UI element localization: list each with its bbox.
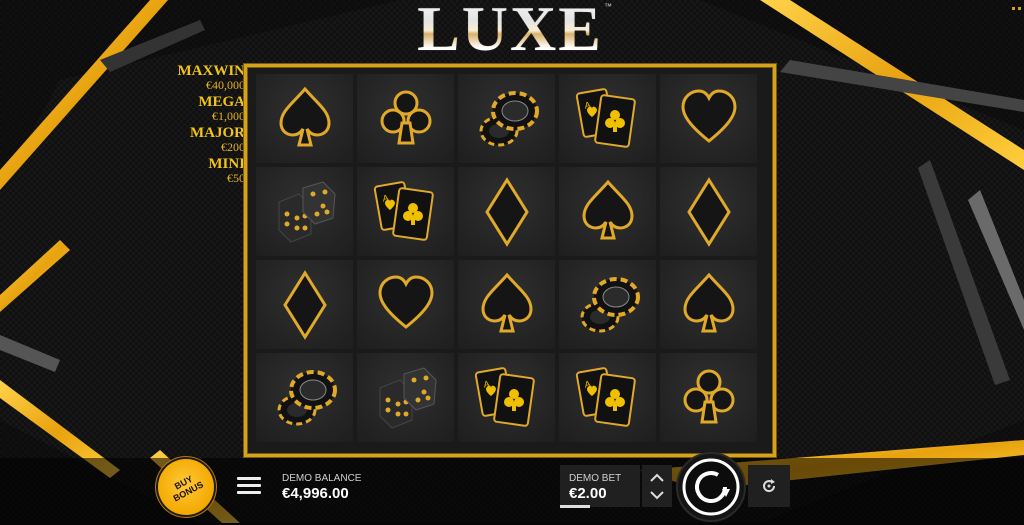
dice-icon <box>379 366 437 429</box>
reel-cell <box>357 260 454 349</box>
reel-cell <box>256 260 353 349</box>
reel-grid: A A A A <box>256 74 766 450</box>
reel-cell <box>458 167 555 256</box>
club-icon <box>683 369 734 423</box>
cards-icon: A <box>575 87 636 148</box>
reel-cell <box>660 260 757 349</box>
reel-cell <box>458 260 555 349</box>
jackpot-name: MEGA <box>198 94 245 110</box>
chips-icon <box>277 369 337 425</box>
dice-icon <box>278 180 336 243</box>
trademark: ™ <box>604 2 612 11</box>
jackpot-major: MAJOR €200 <box>170 126 245 154</box>
reel-cell: A <box>559 74 656 163</box>
jackpot-value: €50 <box>227 171 245 185</box>
game-logo: LUXE <box>410 0 610 64</box>
jackpot-value: €40,000 <box>206 78 245 92</box>
heart-icon <box>680 88 737 143</box>
autoplay-icon <box>763 479 776 493</box>
cards-icon: A <box>474 366 535 427</box>
spin-button[interactable] <box>673 451 749 523</box>
reel-cell: A <box>458 353 555 442</box>
jackpot-maxwin: MAXWIN €40,000 <box>170 63 246 92</box>
autoplay-button[interactable] <box>748 465 790 507</box>
corner-mark <box>1012 0 1024 10</box>
reel-cell <box>357 353 454 442</box>
reel-cell <box>256 74 353 163</box>
balance-value: €4,996.00 <box>282 485 349 502</box>
chevron-down-icon[interactable] <box>649 490 665 500</box>
bet-stepper <box>642 465 672 507</box>
jackpot-mini: MINI €50 <box>170 157 245 185</box>
reel-frame: A A A A <box>244 64 776 457</box>
jackpot-value: €1,000 <box>212 109 245 123</box>
reel-cell <box>660 353 757 442</box>
spade-icon <box>682 272 735 332</box>
spade-icon <box>480 272 533 332</box>
reel-cell: A <box>357 167 454 256</box>
spade-icon <box>581 179 634 239</box>
reel-cell <box>660 74 757 163</box>
jackpot-value: €200 <box>221 140 245 154</box>
bet-label: DEMO BET <box>569 473 622 484</box>
menu-icon[interactable] <box>237 477 261 497</box>
diamond-icon <box>686 176 731 247</box>
reel-cell <box>458 74 555 163</box>
jackpot-name: MINI <box>208 156 245 172</box>
balance-label: DEMO BALANCE <box>282 473 362 484</box>
reel-cell <box>256 353 353 442</box>
chips-icon <box>580 276 640 332</box>
jackpot-mega: MEGA €1,000 <box>170 95 245 123</box>
chips-icon <box>479 90 539 146</box>
diamond-icon <box>484 176 529 247</box>
reel-cell <box>660 167 757 256</box>
cards-icon: A <box>373 180 434 241</box>
reel-cell <box>357 74 454 163</box>
spade-icon <box>278 86 331 146</box>
club-icon <box>380 90 431 144</box>
buy-bonus-label: BUY BONUS <box>171 473 206 504</box>
chevron-up-icon[interactable] <box>649 473 665 483</box>
reel-cell <box>256 167 353 256</box>
jackpot-name: MAXWIN <box>177 63 246 79</box>
cards-icon: A <box>575 366 636 427</box>
jackpot-name: MAJOR <box>190 125 245 141</box>
bet-value: €2.00 <box>569 485 607 502</box>
reel-cell <box>559 167 656 256</box>
diamond-icon <box>282 269 327 340</box>
reel-cell: A <box>559 353 656 442</box>
bet-underline <box>560 505 590 508</box>
jackpot-list: MAXWIN €40,000 MEGA €1,000 MAJOR €200 MI… <box>170 63 246 188</box>
heart-icon <box>377 274 434 329</box>
reel-cell <box>559 260 656 349</box>
